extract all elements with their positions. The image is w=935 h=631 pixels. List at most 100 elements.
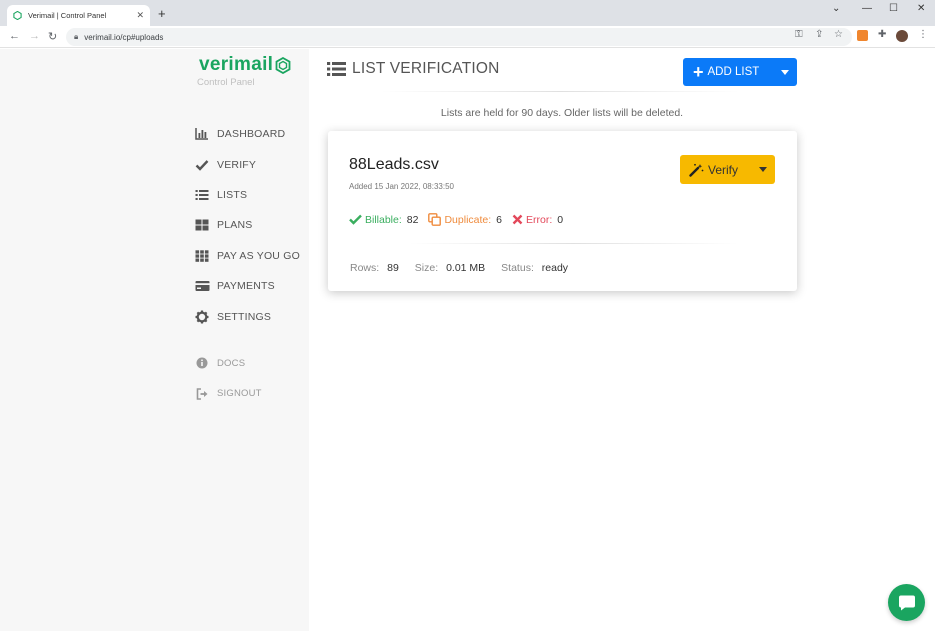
reload-icon[interactable]: ↻ [48,30,57,43]
check-icon [194,159,210,171]
sidebar-item-label: PAY AS YOU GO [217,249,300,262]
sidebar-menu: DASHBOARD VERIFY LISTS PLANS PAY AS YOU … [194,119,300,332]
bar-chart-icon [194,128,210,140]
forward-icon[interactable]: → [29,30,40,42]
browser-toolbar: ← → ↻ 🔒︎ verimail.io/cp#uploads ⚿ ⇪ ☆ ✚ … [0,26,935,48]
chevron-down-icon[interactable]: ⌄ [832,3,840,14]
key-icon[interactable]: ⚿ [795,29,803,40]
browser-tabstrip: Verimail | Control Panel ✕ + ⌄ — ☐ ✕ [0,0,935,26]
grid-icon [194,219,210,231]
sidebar: verimail Control Panel DASHBOARD VERIFY … [0,49,309,631]
size-meta: Size: 0.01 MB [415,262,485,274]
sidebar-secondary-menu: DOCS SIGNOUT [194,348,262,409]
verify-dropdown-toggle[interactable] [750,167,775,172]
copy-icon [428,213,442,226]
duplicate-stat: Duplicate: 6 [428,213,502,226]
brand-subtitle: Control Panel [197,77,255,88]
verify-button[interactable]: Verify [680,155,775,184]
sidebar-item-label: SIGNOUT [217,388,262,400]
status-value: ready [541,262,569,274]
billable-stat: Billable: 82 [349,214,418,226]
list-meta: Rows: 89 Size: 0.01 MB Status: ready [350,262,584,274]
puzzle-icon[interactable]: ✚ [878,29,886,40]
list-icon [327,62,346,76]
divider [380,91,740,92]
sidebar-item-lists[interactable]: LISTS [194,180,300,210]
rows-label: Rows: [350,262,380,274]
sidebar-item-label: DOCS [217,357,246,369]
brand-name: verimail [199,54,274,75]
retention-notice: Lists are held for 90 days. Older lists … [440,107,684,119]
caret-down-icon [758,167,767,172]
address-bar[interactable]: 🔒︎ verimail.io/cp#uploads [66,28,852,46]
rows-meta: Rows: 89 [350,262,399,274]
error-label: Error: [526,213,553,226]
list-added-date: Added 15 Jan 2022, 08:33:50 [349,182,454,191]
sign-out-icon [194,387,210,400]
check-icon [349,214,362,225]
window-close-icon[interactable]: ✕ [917,3,925,14]
browser-tab[interactable]: Verimail | Control Panel ✕ [7,5,150,26]
sidebar-item-dashboard[interactable]: DASHBOARD [194,119,300,149]
sidebar-item-plans[interactable]: PLANS [194,210,300,240]
new-tab-icon[interactable]: + [158,7,166,20]
sidebar-item-label: VERIFY [217,158,257,171]
duplicate-value: 6 [496,213,503,226]
sidebar-item-label: LISTS [217,188,248,201]
chat-bubble-icon [898,595,915,611]
minimize-icon[interactable]: — [862,3,872,14]
gear-icon [194,310,210,324]
sidebar-item-settings[interactable]: SETTINGS [194,301,300,331]
sidebar-item-docs[interactable]: DOCS [194,348,262,378]
back-icon[interactable]: ← [9,30,20,42]
status-meta: Status: ready [501,262,568,274]
duplicate-label: Duplicate: [444,213,492,226]
billable-label: Billable: [365,213,402,226]
verify-main[interactable]: Verify [680,163,750,177]
lock-icon: 🔒︎ [74,32,79,41]
url-text: verimail.io/cp#uploads [84,32,164,42]
star-icon[interactable]: ☆ [834,29,843,40]
close-tab-icon[interactable]: ✕ [136,10,144,21]
chat-widget-button[interactable] [888,584,925,621]
page-title-text: LIST VERIFICATION [352,60,500,77]
hexagon-logo-icon [275,56,291,74]
sidebar-item-verify[interactable]: VERIFY [194,149,300,179]
sidebar-item-payments[interactable]: PAYMENTS [194,271,300,301]
size-label: Size: [414,262,439,274]
tab-title: Verimail | Control Panel [28,11,107,20]
sidebar-item-pay-as-you-go[interactable]: PAY AS YOU GO [194,241,300,271]
list-icon [194,189,210,201]
plus-icon: + [693,62,704,82]
caret-down-icon [780,69,789,75]
add-list-button[interactable]: + ADD LIST [683,58,797,86]
share-icon[interactable]: ⇪ [815,29,823,40]
sidebar-item-label: SETTINGS [217,310,272,323]
error-stat: Error: 0 [512,214,563,226]
sidebar-item-label: PAYMENTS [217,280,275,293]
credit-card-icon [194,280,210,292]
billable-value: 82 [406,213,419,226]
info-icon [194,357,210,369]
brand-logo[interactable]: verimail [199,54,291,76]
verify-label: Verify [708,162,739,177]
list-filename: 88Leads.csv [349,156,439,173]
extension-icon[interactable] [857,30,868,41]
list-card: 88Leads.csv Added 15 Jan 2022, 08:33:50 … [328,131,797,291]
kebab-menu-icon[interactable]: ⋮ [918,29,928,40]
size-value: 0.01 MB [446,262,486,274]
add-list-main[interactable]: + ADD LIST [683,58,772,86]
add-list-label: ADD LIST [707,66,760,78]
divider [408,243,738,244]
apps-grid-icon [194,250,210,262]
verimail-favicon-icon [13,11,22,20]
x-icon [512,214,523,225]
page-title: LIST VERIFICATION [327,60,500,78]
status-label: Status: [501,262,534,274]
list-stats: Billable: 82 Duplicate: 6 Error: 0 [349,213,573,226]
add-list-dropdown-toggle[interactable] [772,69,797,75]
profile-avatar[interactable] [896,30,908,42]
maximize-icon[interactable]: ☐ [889,3,898,14]
sidebar-item-signout[interactable]: SIGNOUT [194,378,262,408]
magic-wand-icon [689,163,704,177]
